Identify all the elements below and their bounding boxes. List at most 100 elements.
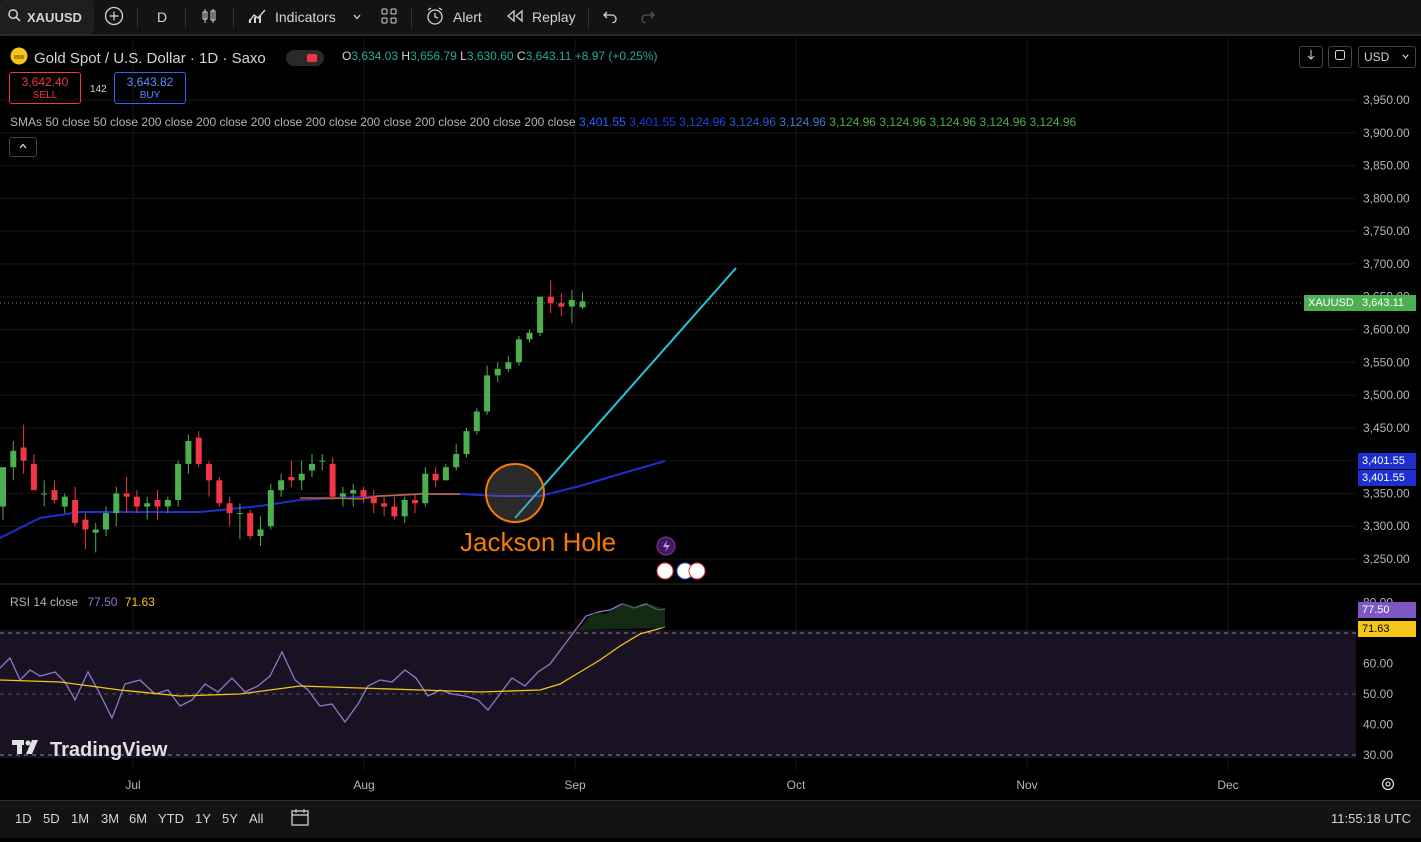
candle-body[interactable]	[10, 450, 17, 468]
candle-body[interactable]	[401, 499, 408, 517]
symbol-search[interactable]: XAUUSD	[0, 0, 94, 34]
candle-body[interactable]	[113, 493, 120, 514]
rsi-legend[interactable]: RSI 14 close 77.50 71.63	[10, 595, 155, 609]
candle-body[interactable]	[20, 447, 27, 461]
candle-body[interactable]	[103, 513, 109, 530]
jackson-hole-annotation[interactable]: Jackson Hole	[460, 527, 616, 558]
candle-body[interactable]	[298, 473, 305, 481]
fullscreen-button[interactable]	[1328, 46, 1352, 68]
candle-body[interactable]	[123, 493, 130, 497]
replay-button[interactable]: Replay	[506, 0, 576, 34]
range-1m-button[interactable]: 1M	[71, 811, 89, 826]
candle-body[interactable]	[278, 480, 285, 491]
indicators-button[interactable]: Indicators	[247, 0, 336, 34]
annotation-circle[interactable]	[485, 463, 545, 523]
candle-body[interactable]	[484, 375, 491, 412]
redo-button[interactable]	[640, 0, 656, 34]
range-ytd-button[interactable]: YTD	[158, 811, 184, 826]
candle-body[interactable]	[257, 529, 264, 537]
collapse-legend-button[interactable]	[9, 137, 37, 157]
scroll-to-realtime-button[interactable]	[1299, 46, 1323, 68]
candle-body[interactable]	[505, 362, 512, 369]
candle-body[interactable]	[82, 519, 89, 530]
range-1d-button[interactable]: 1D	[15, 811, 32, 826]
trend-line[interactable]	[514, 267, 737, 519]
candle-body[interactable]	[61, 496, 68, 507]
range-6m-button[interactable]: 6M	[129, 811, 147, 826]
layout-button[interactable]	[380, 0, 398, 34]
candle-body[interactable]	[30, 463, 37, 491]
candle-body[interactable]	[381, 503, 388, 507]
candle-body[interactable]	[226, 503, 233, 514]
range-1y-button[interactable]: 1Y	[195, 811, 211, 826]
rsi-tick: 60.00	[1363, 657, 1393, 671]
candle-body[interactable]	[133, 496, 140, 507]
candle-body[interactable]	[319, 460, 326, 462]
candle-body[interactable]	[185, 440, 192, 464]
alert-button[interactable]: Alert	[425, 0, 482, 34]
candle-body[interactable]	[206, 463, 212, 481]
candle-body[interactable]	[267, 490, 274, 527]
currency-select[interactable]: USD	[1358, 46, 1416, 68]
interval-button[interactable]: D	[157, 0, 167, 34]
price-tick: 3,250.00	[1363, 552, 1410, 566]
range-all-button[interactable]: All	[249, 811, 263, 826]
candle-body[interactable]	[370, 496, 377, 504]
buy-button[interactable]: 3,643.82 BUY	[114, 72, 186, 104]
candle-body[interactable]	[360, 490, 367, 497]
range-5d-button[interactable]: 5D	[43, 811, 60, 826]
candle-body[interactable]	[432, 473, 439, 481]
indicators-dropdown[interactable]	[352, 0, 362, 34]
sma-legend[interactable]: SMAs 50 close 50 close 200 close 200 clo…	[10, 115, 1076, 129]
candle-body[interactable]	[329, 463, 336, 497]
candle-body[interactable]	[494, 368, 501, 376]
us-flag-icon[interactable]	[656, 562, 674, 580]
alarm-clock-icon	[425, 6, 445, 29]
candle-body[interactable]	[339, 493, 346, 497]
candle-body[interactable]	[236, 513, 243, 515]
candle-body[interactable]	[92, 529, 99, 533]
candle-body[interactable]	[195, 437, 202, 464]
candle-body[interactable]	[216, 480, 223, 504]
candle-body[interactable]	[175, 463, 182, 500]
undo-button[interactable]	[602, 0, 618, 34]
candle-body[interactable]	[154, 499, 161, 507]
candle-body[interactable]	[350, 490, 357, 494]
candle-body[interactable]	[558, 303, 565, 307]
candle-body[interactable]	[51, 490, 58, 500]
candle-body[interactable]	[72, 499, 79, 523]
date-range-button[interactable]	[290, 808, 312, 833]
settings-button[interactable]	[1380, 776, 1396, 797]
candle-body[interactable]	[309, 463, 315, 471]
candle-body[interactable]	[164, 499, 171, 507]
utc-clock[interactable]: 11:55:18 UTC	[1331, 811, 1411, 826]
sell-button[interactable]: 3,642.40 SELL	[9, 72, 81, 104]
candle-body[interactable]	[412, 499, 418, 504]
candle-body[interactable]	[579, 301, 586, 308]
us-flag-icon[interactable]	[688, 562, 706, 580]
candle-body[interactable]	[463, 431, 470, 455]
candle-body[interactable]	[144, 503, 151, 507]
candle-body[interactable]	[537, 296, 544, 333]
range-5y-button[interactable]: 5Y	[222, 811, 238, 826]
compare-add-button[interactable]	[104, 0, 124, 34]
candle-body[interactable]	[0, 467, 6, 507]
candle-body[interactable]	[288, 477, 295, 481]
sma200-line[interactable]	[300, 493, 460, 500]
chart-canvas[interactable]: 3,950.00 3,900.00 3,850.00 3,800.00 3,750.00…	[0, 38, 1421, 800]
chart-type-button[interactable]	[200, 0, 218, 34]
candle-body[interactable]	[515, 339, 522, 363]
candle-body[interactable]	[442, 467, 449, 481]
candle-body[interactable]	[453, 454, 460, 468]
candle-body[interactable]	[41, 493, 48, 495]
event-icons[interactable]	[656, 536, 706, 580]
candle-body[interactable]	[547, 296, 554, 304]
range-3m-button[interactable]: 3M	[101, 811, 119, 826]
candle-body[interactable]	[391, 506, 398, 517]
candle-body[interactable]	[526, 332, 533, 340]
candle-body[interactable]	[473, 411, 480, 432]
symbol-legend[interactable]: Gold Spot / U.S. Dollar · 1D · Saxo	[10, 47, 324, 69]
candle-body[interactable]	[422, 473, 429, 504]
candle-body[interactable]	[568, 299, 575, 307]
candle-body[interactable]	[247, 513, 254, 537]
